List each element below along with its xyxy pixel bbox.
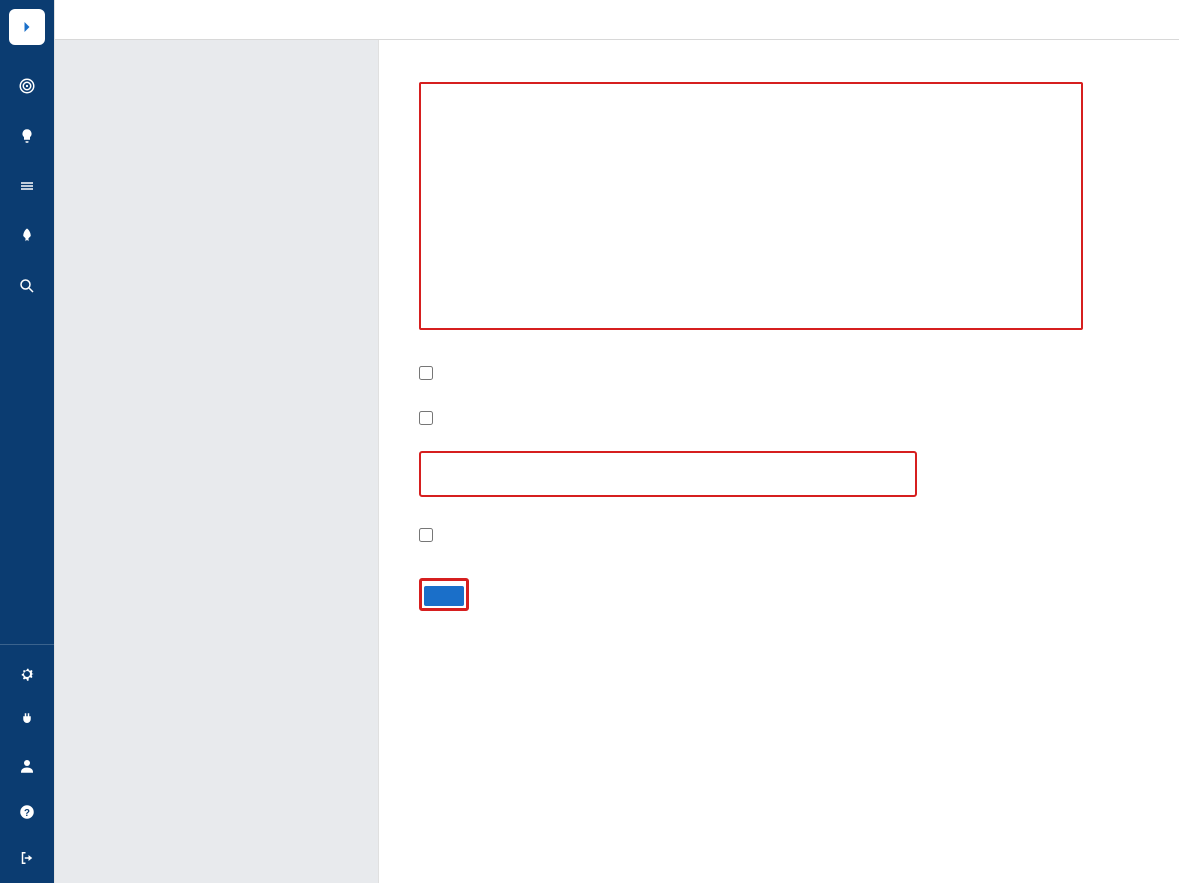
- nav-bottom: ?: [0, 644, 54, 883]
- help-icon[interactable]: ?: [16, 801, 38, 823]
- idp-metadata-textarea[interactable]: [419, 82, 1083, 330]
- step5-checkbox-row[interactable]: [419, 406, 1139, 425]
- sidebar: ?: [0, 0, 55, 883]
- step7-block: [419, 523, 1139, 542]
- require-sso-checkbox[interactable]: [419, 366, 433, 380]
- save-row: [419, 578, 1139, 611]
- logout-icon[interactable]: [16, 847, 38, 869]
- content-area: [55, 40, 1179, 883]
- step4-checkbox-row[interactable]: [419, 361, 1139, 380]
- chevron-right-icon: [17, 17, 37, 37]
- target-icon[interactable]: [16, 75, 38, 97]
- search-icon[interactable]: [16, 275, 38, 297]
- left-pane: [55, 40, 379, 883]
- main: [55, 0, 1179, 883]
- user-icon[interactable]: [16, 755, 38, 777]
- step3-block: [419, 82, 1139, 335]
- form-pane: [379, 40, 1179, 883]
- svg-text:?: ?: [24, 808, 30, 819]
- auto-assign-editors-checkbox[interactable]: [419, 528, 433, 542]
- app-logo[interactable]: [9, 9, 45, 45]
- step7-checkbox-row[interactable]: [419, 523, 1139, 542]
- rocket-icon[interactable]: [16, 225, 38, 247]
- gear-icon[interactable]: [16, 663, 38, 685]
- breadcrumb: [55, 0, 1179, 40]
- step4-block: [419, 361, 1139, 380]
- nav-top: [16, 75, 38, 297]
- step5-block: [419, 406, 1139, 425]
- step6-block: [419, 451, 1139, 497]
- plug-icon[interactable]: [16, 709, 38, 731]
- enable-encryption-checkbox[interactable]: [419, 411, 433, 425]
- step6-highlight-box: [419, 451, 917, 497]
- menu-icon[interactable]: [16, 175, 38, 197]
- save-highlight-box: [419, 578, 469, 611]
- save-button[interactable]: [424, 586, 464, 606]
- lightbulb-icon[interactable]: [16, 125, 38, 147]
